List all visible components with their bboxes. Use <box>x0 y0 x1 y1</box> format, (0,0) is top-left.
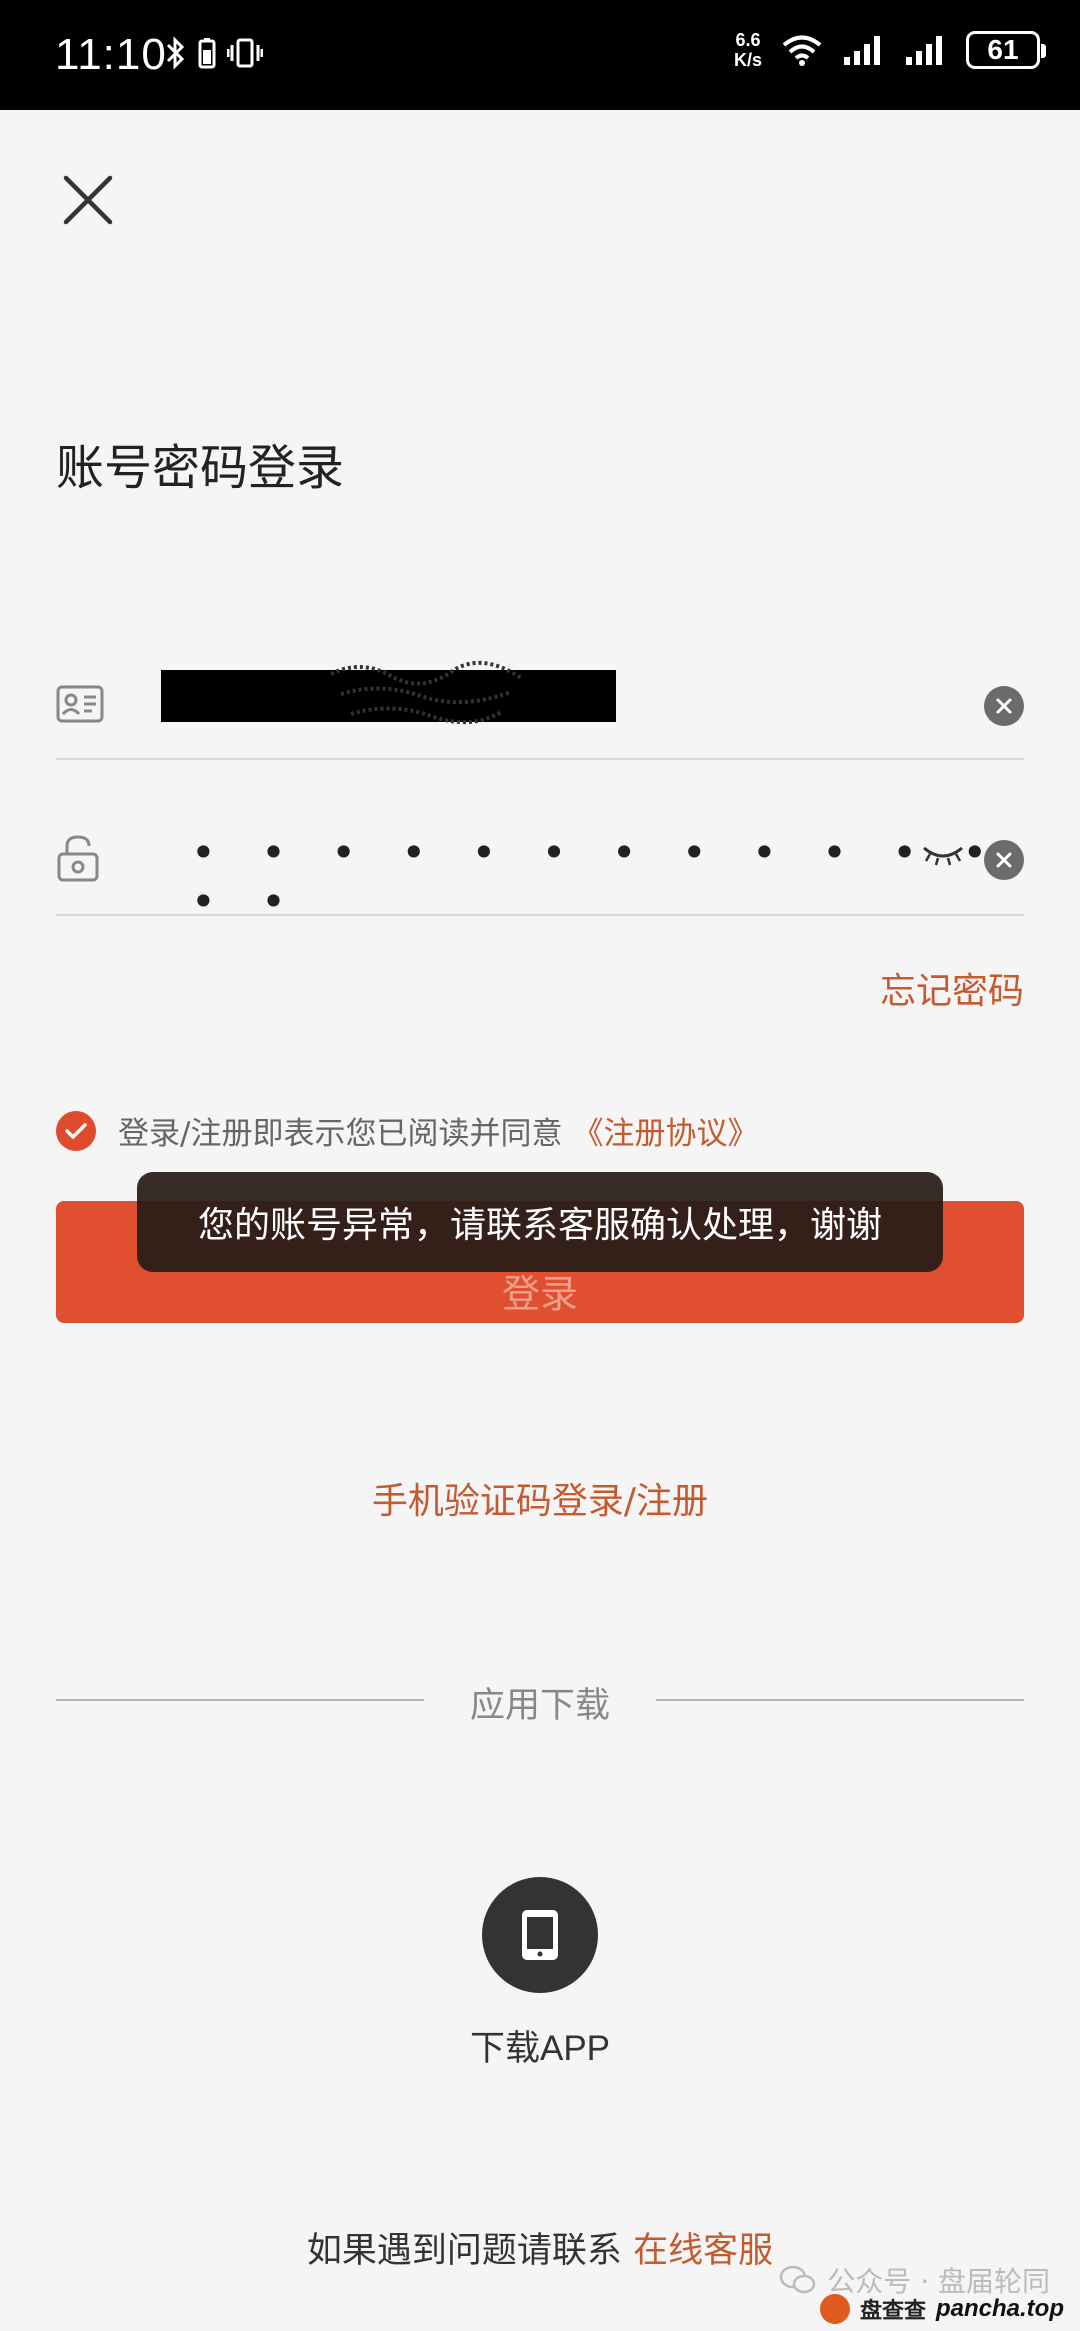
battery-saver-icon <box>198 38 216 69</box>
network-speed: 6.6 K/s <box>733 30 762 70</box>
error-toast: 您的账号异常，请联系客服确认处理，谢谢 <box>137 1172 943 1272</box>
brand-logo-icon <box>819 2294 850 2324</box>
download-divider: 应用下载 <box>56 1675 1024 1726</box>
wechat-icon <box>780 2265 816 2294</box>
check-icon <box>65 1122 87 1139</box>
phone-icon <box>522 1910 558 1960</box>
download-section-title: 应用下载 <box>469 1686 610 1726</box>
signal-1-icon <box>844 36 880 65</box>
brand-name: 盘查查 <box>859 2299 926 2324</box>
close-button[interactable] <box>58 170 118 230</box>
id-card-icon <box>56 685 104 723</box>
brand-url: pancha.top <box>935 2295 1064 2322</box>
sms-login-link[interactable]: 手机验证码登录/注册 <box>0 1472 1080 1524</box>
vibrate-icon <box>227 38 263 68</box>
eye-closed-icon[interactable] <box>922 844 964 866</box>
agreement-row: 登录/注册即表示您已阅读并同意 《注册协议》 <box>56 1108 758 1153</box>
clear-password-button[interactable] <box>984 840 1024 880</box>
status-bar: 11:10 6.6 K/s 61 <box>0 0 1080 110</box>
signal-2-icon <box>906 36 942 65</box>
clear-icon <box>996 852 1012 868</box>
clear-icon <box>996 698 1012 714</box>
agreement-text: 登录/注册即表示您已阅读并同意 <box>118 1116 563 1152</box>
download-app-button[interactable] <box>482 1877 598 1993</box>
divider-line-right <box>656 1699 1024 1701</box>
status-icons-left <box>165 36 263 70</box>
agreement-link[interactable]: 《注册协议》 <box>572 1108 758 1153</box>
password-field[interactable]: • • • • • • • • • • • • • • <box>56 810 1024 926</box>
redaction-scribble <box>330 660 523 725</box>
status-icons-right: 6.6 K/s 61 <box>733 30 1046 70</box>
page-title: 账号密码登录 <box>56 440 345 496</box>
bluetooth-icon <box>166 36 185 70</box>
close-icon <box>63 175 113 225</box>
lock-icon <box>57 835 99 882</box>
toast-message: 您的账号异常，请联系客服确认处理，谢谢 <box>197 1205 882 1246</box>
account-field[interactable] <box>56 650 1024 760</box>
battery-indicator: 61 <box>966 31 1046 69</box>
download-app-label: 下载APP <box>469 2029 611 2068</box>
wifi-icon <box>782 35 822 66</box>
agreement-checkbox[interactable] <box>56 1110 96 1151</box>
online-service-link[interactable]: 在线客服 <box>633 2231 773 2271</box>
forgot-password-link[interactable]: 忘记密码 <box>880 962 1024 1014</box>
watermark-brand: 盘查查 pancha.top <box>819 2293 1064 2325</box>
status-time: 11:10 <box>55 30 167 79</box>
contact-text: 如果遇到问题请联系 <box>306 2231 622 2271</box>
clear-account-button[interactable] <box>984 686 1024 726</box>
password-value: • • • • • • • • • • • • • • <box>191 828 1004 926</box>
